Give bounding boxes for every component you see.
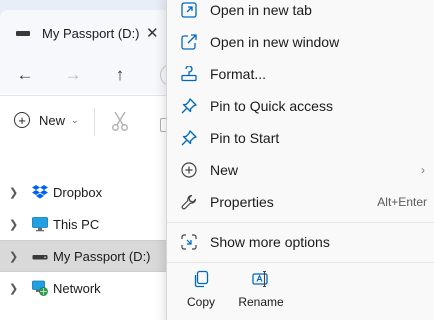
menu-item-pin-to-start[interactable]: Pin to Start: [167, 122, 434, 154]
tree-item-my-passport[interactable]: ❯ My Passport (D:): [0, 240, 168, 272]
tree-item-label: Network: [53, 280, 101, 296]
rename-action-label: Rename: [238, 295, 284, 309]
chevron-right-icon: ›: [421, 163, 425, 177]
tree-item-label: Dropbox: [53, 184, 103, 200]
copy-action-button[interactable]: Copy: [173, 266, 229, 309]
menu-item-new[interactable]: New ›: [167, 154, 434, 186]
pin-icon: [181, 98, 197, 114]
tree-item-this-pc[interactable]: ❯ This PC: [0, 208, 168, 240]
menu-item-label: Show more options: [210, 234, 330, 250]
context-menu: Open in new tab Open in new window Forma…: [166, 0, 434, 320]
new-button[interactable]: + New ⌄: [14, 112, 79, 128]
menu-item-label: Properties: [210, 194, 274, 210]
menu-item-label: Format...: [210, 66, 267, 82]
back-button[interactable]: ←: [12, 62, 38, 88]
arrow-right-icon: →: [64, 65, 82, 84]
menu-divider: [167, 262, 434, 263]
tab-my-passport[interactable]: My Passport (D:) ✕: [0, 10, 170, 56]
chevron-right-icon[interactable]: ❯: [9, 186, 18, 199]
new-button-label: New: [39, 112, 66, 128]
chevron-right-icon[interactable]: ❯: [9, 250, 18, 263]
arrow-up-icon: ↑: [115, 65, 125, 84]
arrow-left-icon: ←: [16, 65, 34, 84]
menu-item-label: Open in new tab: [210, 2, 312, 18]
dropbox-icon: [32, 185, 48, 199]
menu-item-label: Pin to Quick access: [210, 98, 333, 114]
tab-title: My Passport (D:): [42, 25, 140, 41]
menu-item-format[interactable]: Format...: [167, 58, 434, 90]
menu-item-pin-to-quick-access[interactable]: Pin to Quick access: [167, 90, 434, 122]
menu-item-properties[interactable]: Properties Alt+Enter: [167, 186, 434, 218]
tree-item-network[interactable]: ❯ Network: [0, 272, 168, 304]
format-icon: [181, 66, 197, 82]
plus-circle-icon: [181, 162, 197, 178]
open-new-window-icon: [181, 34, 197, 50]
scissors-icon[interactable]: [110, 110, 130, 132]
wrench-icon: [181, 194, 197, 210]
tree-item-label: My Passport (D:): [53, 248, 151, 264]
tree-item-dropbox[interactable]: ❯ Dropbox: [0, 176, 168, 208]
chevron-down-icon: ⌄: [71, 114, 79, 125]
divider: [94, 108, 95, 136]
plus-circle-icon: +: [14, 112, 30, 128]
network-icon: [32, 280, 48, 296]
chevron-right-icon[interactable]: ❯: [9, 282, 18, 295]
monitor-icon: [32, 217, 48, 232]
context-menu-action-bar: Copy Rename: [167, 266, 434, 318]
up-button[interactable]: ↑: [107, 62, 133, 88]
rename-action-button[interactable]: Rename: [233, 266, 289, 309]
shortcut-label: Alt+Enter: [377, 195, 427, 209]
show-more-options-icon: [181, 234, 197, 250]
copy-icon: [194, 270, 209, 288]
menu-item-open-in-new-window[interactable]: Open in new window: [167, 26, 434, 58]
menu-item-label: New: [210, 162, 239, 178]
forward-button[interactable]: →: [60, 62, 86, 88]
menu-divider: [167, 222, 434, 223]
rename-icon: [252, 270, 268, 288]
drive-icon: [16, 30, 30, 36]
tree-item-label: This PC: [53, 216, 100, 232]
pin-icon: [181, 130, 197, 146]
open-new-tab-icon: [181, 2, 197, 18]
chevron-right-icon[interactable]: ❯: [9, 218, 18, 231]
close-tab-icon[interactable]: ✕: [146, 24, 159, 42]
menu-item-label: Pin to Start: [210, 130, 280, 146]
drive-icon: [32, 255, 48, 260]
menu-item-label: Open in new window: [210, 34, 340, 50]
copy-action-label: Copy: [186, 295, 215, 309]
menu-item-open-in-new-tab[interactable]: Open in new tab: [167, 0, 434, 26]
menu-item-show-more-options[interactable]: Show more options: [167, 226, 434, 258]
